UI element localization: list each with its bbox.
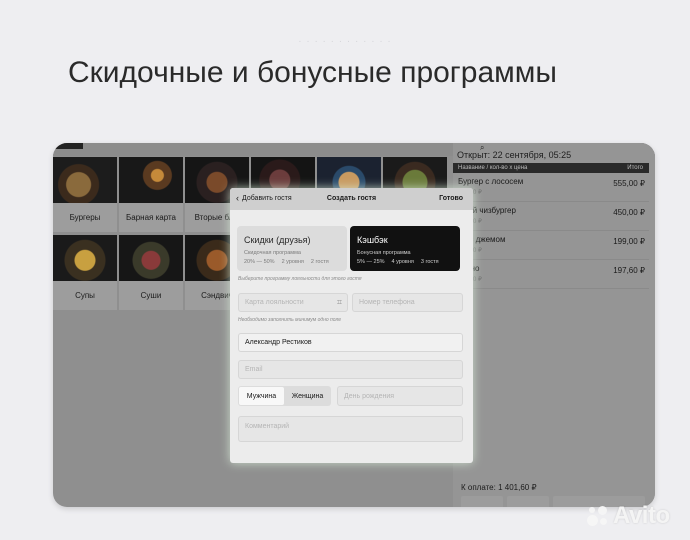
split-button[interactable] [507, 496, 549, 507]
gender-male-option[interactable]: Мужчина [239, 387, 284, 405]
gender-female-option[interactable]: Женщина [285, 387, 330, 405]
avito-logo-icon [586, 504, 610, 528]
program-guests: 2 гостя [310, 259, 329, 265]
menu-tile-label: Бургеры [53, 203, 117, 232]
order-column-header: Название / кол-во х цена Итого [453, 163, 649, 173]
order-line-name: Бургер с лососем [458, 177, 524, 186]
avito-wordmark: Avito [613, 502, 670, 529]
program-hint: Выберите программу лояльности для этого … [238, 276, 362, 282]
menu-tile-burgers[interactable]: Бургеры [53, 157, 117, 232]
program-card-cashback[interactable]: Кэшбэк Бонусная программа 5% — 25% 4 уро… [350, 226, 460, 271]
order-line[interactable]: учино 197,60 ₽ 197,60 ₽ [453, 261, 649, 289]
email-field[interactable]: Email [238, 360, 463, 379]
program-card-discount[interactable]: Скидки (друзья) Скидочная программа 20% … [237, 226, 347, 271]
soup-photo [53, 235, 117, 281]
menu-tile-sushi[interactable]: Суши [119, 235, 183, 310]
more-button[interactable] [461, 496, 503, 507]
program-type: Бонусная программа [357, 250, 411, 256]
order-panel: ⌕ Открыт: 22 сентября, 05:25 Название / … [453, 143, 655, 507]
burger-photo [53, 157, 117, 203]
phone-placeholder: Номер телефона [359, 299, 415, 306]
menu-tile-soups[interactable]: Супы [53, 235, 117, 310]
order-line-total: 450,00 ₽ [613, 208, 645, 217]
phone-field[interactable]: Номер телефона [352, 293, 463, 312]
guest-name-field[interactable]: Александр Рестиков [238, 333, 463, 352]
menu-tile-label: Суши [119, 281, 183, 310]
qr-scan-icon[interactable]: ⌗ [337, 298, 342, 307]
order-line[interactable]: Бургер с лососем 555,00 ₽ 555,00 ₽ [453, 174, 649, 202]
order-total: К оплате: 1 401,60 ₽ [461, 483, 537, 492]
dialog-title: Создать гостя [326, 195, 377, 202]
order-line[interactable]: йный чизбургер 450,00 ₽ 450,00 ₽ [453, 203, 649, 231]
program-type: Скидочная программа [244, 250, 301, 256]
program-stats: 20% — 50% 2 уровня 2 гостя [244, 259, 344, 265]
program-levels: 2 уровня [281, 259, 304, 265]
sushi-photo [119, 235, 183, 281]
column-total-label: Итого [627, 165, 643, 171]
order-line[interactable]: ли с джемом 199,00 ₽ 199,00 ₽ [453, 232, 649, 260]
order-line-total: 555,00 ₽ [613, 179, 645, 188]
done-button[interactable]: Готово [439, 195, 463, 202]
menu-tile-label: Барная карта [119, 203, 183, 232]
comment-placeholder: Комментарий [245, 423, 290, 430]
faint-top-text: · · · · · · · · · · · · [298, 36, 392, 47]
status-bar-indicator [53, 143, 83, 149]
guest-name-value: Александр Рестиков [245, 339, 312, 346]
order-line-total: 199,00 ₽ [613, 237, 645, 246]
gender-segmented-control: Мужчина Женщина [238, 386, 331, 406]
cocktail-photo [119, 157, 183, 203]
birthday-field[interactable]: День рождения [337, 386, 463, 406]
program-range: 5% — 25% [357, 259, 385, 265]
program-name: Кэшбэк [357, 235, 388, 245]
email-placeholder: Email [245, 366, 263, 373]
program-range: 20% — 50% [244, 259, 275, 265]
loyalty-card-field[interactable]: Карта лояльности ⌗ [238, 293, 348, 312]
birthday-placeholder: День рождения [344, 392, 395, 400]
page-title: Скидочные и бонусные программы [68, 56, 557, 89]
menu-tile-bar[interactable]: Барная карта [119, 157, 183, 232]
column-name-label: Название / кол-во х цена [458, 165, 528, 171]
loyalty-card-placeholder: Карта лояльности [245, 299, 304, 306]
program-levels: 4 уровня [391, 259, 414, 265]
comment-field[interactable]: Комментарий [238, 416, 463, 442]
order-line-total: 197,60 ₽ [613, 266, 645, 275]
dialog-header: ‹ Добавить гостя Создать гостя Готово [230, 188, 473, 210]
menu-tile-label: Супы [53, 281, 117, 310]
program-guests: 3 гостя [420, 259, 439, 265]
program-name: Скидки (друзья) [244, 235, 311, 245]
order-opened-time: Открыт: 22 сентября, 05:25 [457, 150, 572, 160]
field-hint: Необходимо заполнить минимум одно поле [238, 317, 342, 323]
avito-watermark: Avito [586, 502, 670, 530]
program-stats: 5% — 25% 4 уровня 3 гостя [357, 259, 457, 265]
